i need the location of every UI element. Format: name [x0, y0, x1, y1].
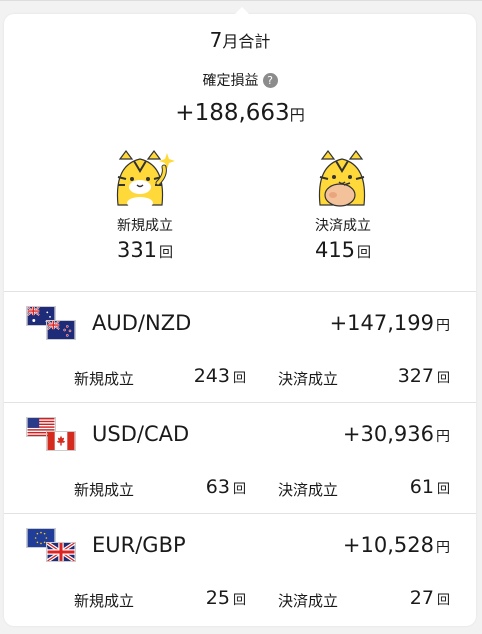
count-unit: 回 — [232, 371, 246, 386]
yen-unit: 円 — [436, 540, 450, 556]
settled-orders-summary: 決済成立 415 回 — [268, 147, 418, 262]
yen-unit: 円 — [436, 429, 450, 445]
settled-orders-label: 決済成立 — [278, 592, 339, 610]
yen-unit: 円 — [289, 106, 305, 124]
currency-flags — [26, 417, 76, 453]
settled-orders-label: 決済成立 — [278, 481, 339, 499]
count-unit: 回 — [436, 482, 450, 497]
settled-orders-count: 327 回 — [376, 365, 450, 387]
count-unit: 回 — [232, 593, 246, 608]
new-orders-label: 新規成立 — [74, 592, 135, 610]
new-orders-count: 25 回 — [172, 587, 246, 609]
monthly-summary-card: 7月合計 確定損益? +188,663円 新規成立 331 回 決済成立 415… — [4, 14, 476, 626]
pair-name: EUR/GBP — [92, 533, 186, 557]
pair-row-eurgbp[interactable]: EUR/GBP +10,528 円 新規成立 25 回 決済成立 27 回 — [4, 513, 476, 627]
help-icon[interactable]: ? — [262, 73, 278, 88]
settle-count-value: 61 — [409, 476, 434, 498]
settle-count-value: 415 — [314, 238, 356, 262]
new-orders-label: 新規成立 — [74, 481, 135, 499]
count-unit: 回 — [232, 482, 246, 497]
new-orders-count: 243 回 — [172, 365, 246, 387]
tiger-piggybank-icon — [318, 150, 366, 207]
settled-orders-label: 決済成立 — [278, 370, 339, 388]
pair-pl-value: +30,936 — [342, 422, 434, 446]
pair-name: USD/CAD — [92, 422, 190, 446]
count-unit: 回 — [159, 245, 174, 261]
canada-flag-icon — [46, 431, 76, 451]
pair-pl: +30,936 円 — [343, 422, 450, 446]
settled-orders-count: 27 回 — [376, 587, 450, 609]
popover-pointer — [234, 7, 250, 15]
new-count-value: 25 — [205, 587, 230, 609]
top-divider — [0, 0, 482, 1]
summary-section: 7月合計 確定損益? +188,663円 新規成立 331 回 決済成立 415… — [4, 14, 476, 291]
settled-orders-label: 決済成立 — [315, 218, 371, 234]
count-unit: 回 — [436, 371, 450, 386]
new-count-value: 331 — [116, 238, 158, 262]
realized-pl-label: 確定損益? — [4, 70, 476, 90]
realized-pl-value: +188,663円 — [4, 100, 476, 126]
pair-pl-value: +147,199 — [329, 311, 434, 335]
month-title: 7月合計 — [4, 28, 476, 52]
new-orders-count: 331 回 — [70, 238, 220, 262]
realized-pl-text: 確定損益 — [202, 73, 259, 89]
pair-row-audnzd[interactable]: AUD/NZD +147,199 円 新規成立 243 回 決済成立 327 回 — [4, 291, 476, 402]
count-unit: 回 — [436, 593, 450, 608]
new-orders-label: 新規成立 — [117, 218, 173, 234]
currency-flags — [26, 528, 76, 564]
currency-flags — [26, 306, 76, 342]
month-suffix: 月合計 — [222, 32, 271, 51]
settled-orders-count: 415 回 — [268, 238, 418, 262]
settle-count-value: 27 — [409, 587, 434, 609]
new-count-value: 63 — [205, 476, 230, 498]
pl-amount: +188,663 — [175, 100, 290, 126]
new-orders-label: 新規成立 — [74, 370, 135, 388]
pair-row-usdcad[interactable]: USD/CAD +30,936 円 新規成立 63 回 決済成立 61 回 — [4, 402, 476, 513]
pair-pl: +10,528 円 — [343, 533, 450, 557]
new-count-value: 243 — [193, 365, 230, 387]
pair-pl: +147,199 円 — [330, 311, 450, 335]
new-zealand-flag-icon — [46, 320, 76, 340]
new-orders-count: 63 回 — [172, 476, 246, 498]
pair-name: AUD/NZD — [92, 311, 192, 335]
new-orders-summary: 新規成立 331 回 — [70, 147, 220, 262]
count-unit: 回 — [357, 245, 372, 261]
month-number: 7 — [209, 28, 223, 52]
yen-unit: 円 — [436, 318, 450, 334]
settled-orders-count: 61 回 — [376, 476, 450, 498]
uk-flag-icon — [46, 542, 76, 562]
pair-pl-value: +10,528 — [342, 533, 434, 557]
tiger-sparkle-icon — [116, 150, 175, 209]
settle-count-value: 327 — [397, 365, 434, 387]
